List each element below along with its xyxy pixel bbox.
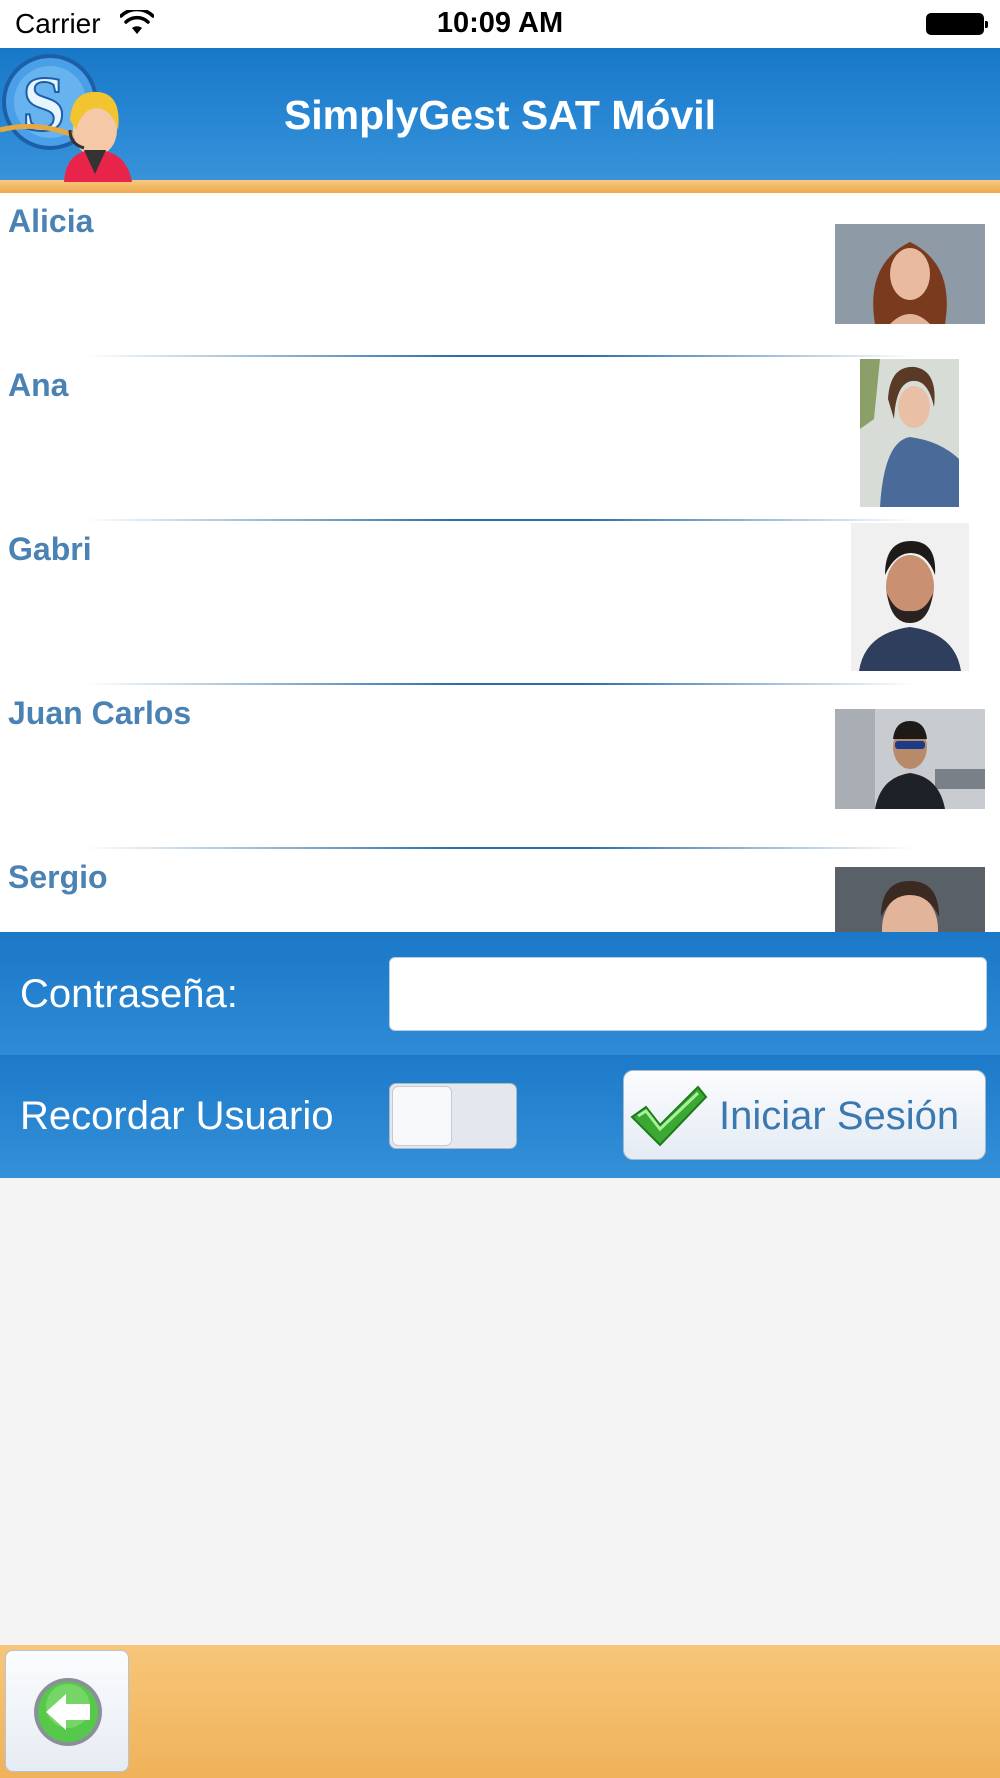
user-name: Ana	[8, 367, 69, 403]
remember-user-toggle[interactable]	[389, 1083, 517, 1149]
man-short-hair-photo	[835, 867, 985, 932]
user-row-ana[interactable]: Ana	[0, 357, 1000, 521]
user-row-juan-carlos[interactable]: Juan Carlos	[0, 685, 1000, 849]
password-label: Contraseña:	[20, 972, 238, 1016]
user-name: Alicia	[8, 203, 94, 239]
login-button[interactable]: Iniciar Sesión	[623, 1070, 986, 1160]
app-title: SimplyGest SAT Móvil	[283, 92, 717, 138]
user-row-gabri[interactable]: Gabri	[0, 521, 1000, 685]
clock: 10:09 AM	[436, 7, 564, 39]
user-row-alicia[interactable]: Alicia	[0, 193, 1000, 357]
woman-red-hair-photo	[835, 224, 985, 324]
password-input[interactable]	[389, 957, 987, 1031]
green-back-arrow-icon	[34, 1678, 102, 1746]
user-name: Gabri	[8, 531, 92, 567]
user-name: Juan Carlos	[8, 695, 192, 731]
green-checkmark-icon	[630, 1085, 708, 1147]
user-list[interactable]: Alicia Ana Gabri Juan Carlos Sergio	[0, 193, 1000, 932]
man-sunglasses-photo	[835, 709, 985, 809]
battery-icon	[926, 13, 988, 35]
toggle-knob	[392, 1086, 452, 1146]
woman-denim-shirt-photo	[860, 359, 959, 507]
man-beard-photo	[851, 523, 969, 671]
user-name: Sergio	[8, 859, 108, 895]
remember-user-label: Recordar Usuario	[20, 1094, 334, 1138]
status-bar: Carrier 10:09 AM	[0, 0, 1000, 48]
header-stripe	[0, 180, 1000, 193]
footer-bar	[0, 1645, 1000, 1778]
back-button[interactable]	[5, 1650, 129, 1772]
user-row-sergio[interactable]: Sergio	[0, 849, 1000, 932]
login-button-label: Iniciar Sesión	[719, 1094, 960, 1138]
